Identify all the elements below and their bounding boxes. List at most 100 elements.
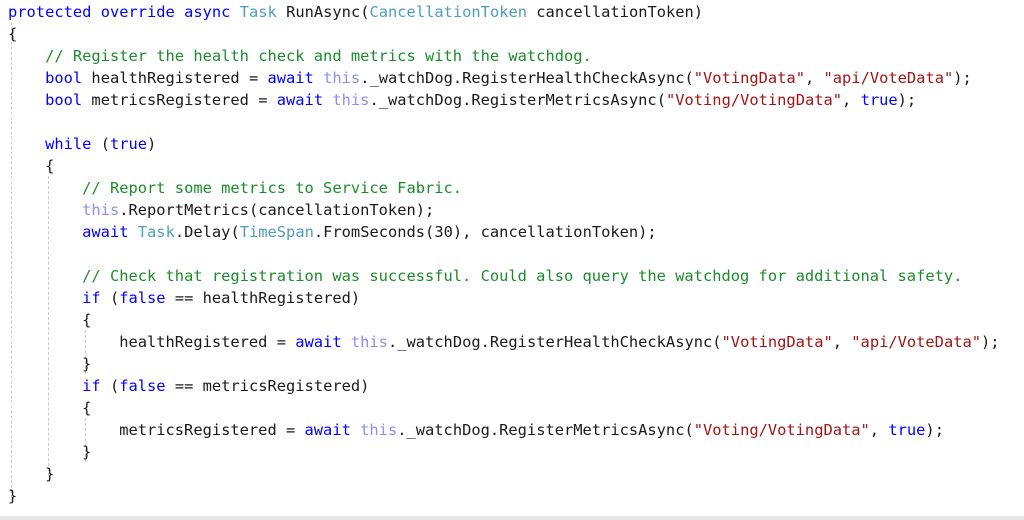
- code-token: "api/VoteData": [823, 69, 954, 87]
- code-token: cancellationToken): [527, 3, 704, 21]
- code-line[interactable]: }: [0, 353, 1024, 375]
- code-token: {: [8, 25, 18, 43]
- code-token: "Voting/VotingData": [665, 91, 843, 109]
- code-token: "api/VoteData": [851, 333, 982, 351]
- code-token: {: [8, 311, 92, 329]
- code-line[interactable]: metricsRegistered = await this._watchDog…: [0, 419, 1024, 441]
- code-token: await: [295, 333, 342, 351]
- code-token: TimeSpan: [239, 223, 314, 241]
- code-token: bool: [45, 69, 83, 87]
- code-line[interactable]: {: [0, 397, 1024, 419]
- code-line[interactable]: if (false == healthRegistered): [0, 287, 1024, 309]
- code-token: }: [8, 443, 92, 461]
- code-token: this: [82, 201, 120, 219]
- code-token: (: [100, 289, 120, 307]
- code-token: bool: [45, 91, 83, 109]
- code-token: async: [184, 3, 231, 21]
- code-token: );: [897, 91, 917, 109]
- code-block: protected override async Task RunAsync(C…: [0, 0, 1024, 507]
- code-line[interactable]: await Task.Delay(TimeSpan.FromSeconds(30…: [0, 221, 1024, 243]
- code-token: .Delay(: [174, 223, 240, 241]
- code-line[interactable]: // Register the health check and metrics…: [0, 45, 1024, 67]
- code-token: {: [8, 157, 55, 175]
- code-line[interactable]: [0, 111, 1024, 133]
- code-line[interactable]: {: [0, 309, 1024, 331]
- code-line[interactable]: // Report some metrics to Service Fabric…: [0, 177, 1024, 199]
- code-token: // Check that registration was successfu…: [82, 267, 963, 285]
- code-line[interactable]: {: [0, 23, 1024, 45]
- code-line[interactable]: protected override async Task RunAsync(C…: [0, 1, 1024, 23]
- code-token: false: [119, 289, 166, 307]
- code-line[interactable]: bool metricsRegistered = await this._wat…: [0, 89, 1024, 111]
- code-token: .ReportMetrics(cancellationToken);: [119, 201, 435, 219]
- code-token: healthRegistered =: [82, 69, 268, 87]
- code-token: Task: [137, 223, 175, 241]
- code-token: );: [981, 333, 1000, 351]
- code-token: Task: [239, 3, 277, 21]
- code-token: }: [8, 487, 18, 505]
- code-token: this: [323, 69, 361, 87]
- code-token: ,: [832, 333, 852, 351]
- code-token: false: [119, 377, 166, 395]
- code-token: {: [8, 399, 92, 417]
- code-token: CancellationToken: [369, 3, 528, 21]
- code-token: metricsRegistered =: [8, 421, 305, 439]
- code-token: ,: [804, 69, 824, 87]
- code-token: }: [8, 465, 55, 483]
- code-token: ._watchDog.RegisterMetricsAsync(: [369, 91, 666, 109]
- code-token: // Register the health check and metrics…: [45, 47, 592, 65]
- code-token: await: [267, 69, 314, 87]
- code-line[interactable]: }: [0, 485, 1024, 507]
- code-token: await: [304, 421, 351, 439]
- code-token: if: [82, 289, 101, 307]
- code-token: ._watchDog.RegisterHealthCheckAsync(: [387, 333, 722, 351]
- code-token: (: [91, 135, 110, 153]
- code-line[interactable]: if (false == metricsRegistered): [0, 375, 1024, 397]
- code-token: healthRegistered =: [8, 333, 296, 351]
- code-line[interactable]: while (true): [0, 133, 1024, 155]
- code-token: ): [147, 135, 157, 153]
- code-token: );: [925, 421, 944, 439]
- code-line[interactable]: {: [0, 155, 1024, 177]
- code-token: RunAsync(: [276, 3, 370, 21]
- code-line[interactable]: this.ReportMetrics(cancellationToken);: [0, 199, 1024, 221]
- code-token: ._watchDog.RegisterMetricsAsync(: [397, 421, 694, 439]
- code-editor-surface: protected override async Task RunAsync(C…: [0, 0, 1024, 520]
- code-line[interactable]: }: [0, 441, 1024, 463]
- code-token: // Report some metrics to Service Fabric…: [82, 179, 463, 197]
- code-token: "VotingData": [693, 69, 805, 87]
- code-token: == healthRegistered): [165, 289, 361, 307]
- code-token: (: [100, 377, 120, 395]
- code-line[interactable]: healthRegistered = await this._watchDog.…: [0, 331, 1024, 353]
- code-line[interactable]: }: [0, 463, 1024, 485]
- code-token: if: [82, 377, 101, 395]
- code-line[interactable]: bool healthRegistered = await this._watc…: [0, 67, 1024, 89]
- code-token: "Voting/VotingData": [693, 421, 870, 439]
- code-token: == metricsRegistered): [165, 377, 370, 395]
- code-token: true: [109, 135, 148, 153]
- code-token: }: [8, 355, 92, 373]
- code-token: true: [860, 91, 898, 109]
- code-line[interactable]: [0, 243, 1024, 265]
- code-token: true: [888, 421, 926, 439]
- code-line[interactable]: // Check that registration was successfu…: [0, 265, 1024, 287]
- code-token: protected: [8, 3, 92, 21]
- code-token: override: [100, 3, 175, 21]
- code-token: this: [332, 91, 370, 109]
